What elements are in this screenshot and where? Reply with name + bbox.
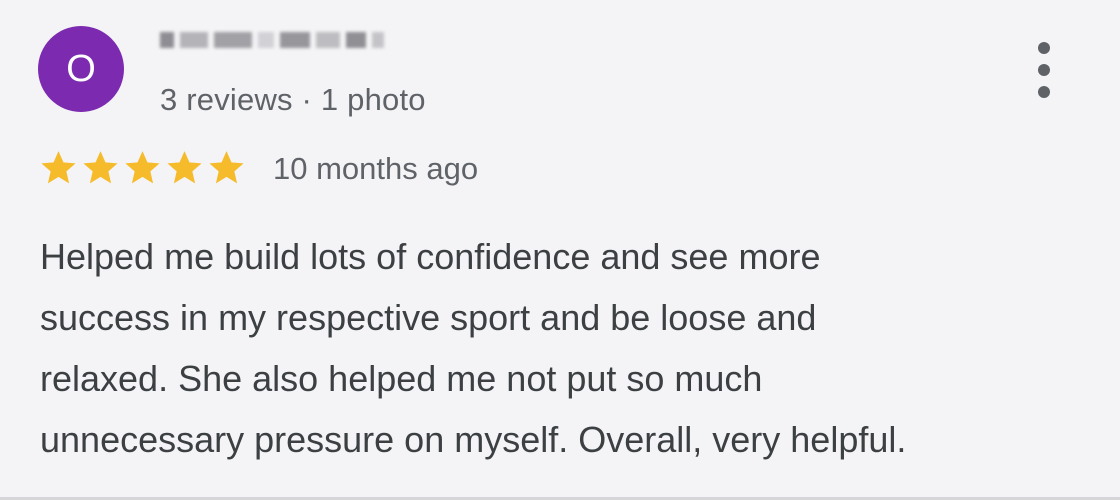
rating-row: 10 months ago [38, 148, 478, 189]
star-rating [38, 148, 247, 189]
redaction-block [160, 32, 174, 48]
redaction-block [258, 32, 274, 48]
review-time: 10 months ago [273, 150, 479, 186]
star-icon [80, 148, 121, 189]
more-vertical-icon [1038, 64, 1050, 76]
review-card: O 3 reviews · 1 photo 10 months ago Help… [0, 0, 1120, 500]
star-icon [38, 148, 79, 189]
redaction-block [346, 32, 366, 48]
reviewer-meta: 3 reviews · 1 photo [160, 82, 426, 117]
redaction-block [316, 32, 340, 48]
star-icon [164, 148, 205, 189]
avatar[interactable]: O [38, 26, 124, 112]
redaction-block [214, 32, 252, 48]
redaction-block [372, 32, 384, 48]
more-options-button[interactable] [1032, 42, 1056, 98]
review-text: Helped me build lots of confidence and s… [40, 236, 907, 460]
star-icon [122, 148, 163, 189]
star-icon [206, 148, 247, 189]
redaction-block [180, 32, 208, 48]
reviewer-name-redacted[interactable] [160, 20, 404, 60]
redaction-block [280, 32, 310, 48]
avatar-initial: O [66, 47, 96, 90]
more-vertical-icon [1038, 42, 1050, 54]
more-vertical-icon [1038, 86, 1050, 98]
